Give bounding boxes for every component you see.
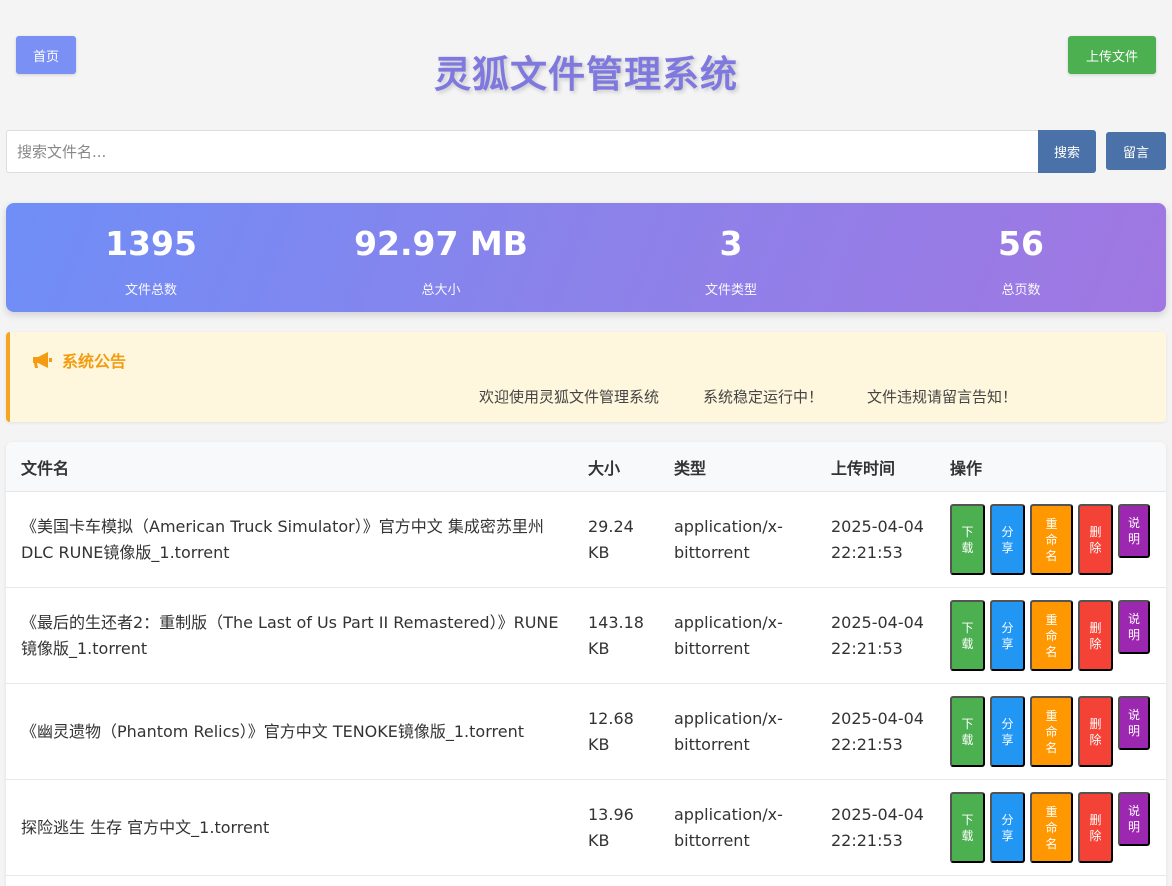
rename-button[interactable]: 重命名 bbox=[1030, 600, 1073, 671]
row-actions: 下载 分享 重命名 删除 说明 bbox=[950, 696, 1155, 767]
share-button[interactable]: 分享 bbox=[990, 696, 1025, 767]
stat-total-pages: 56 总页数 bbox=[876, 203, 1166, 312]
file-size: 29.24 KB bbox=[588, 516, 634, 562]
search-button[interactable]: 搜索 bbox=[1038, 130, 1096, 173]
search-bar: 搜索 留言 bbox=[6, 130, 1166, 173]
file-type: application/x-bittorrent bbox=[674, 516, 783, 562]
stat-total-files: 1395 文件总数 bbox=[6, 203, 296, 312]
row-actions: 下载 分享 重命名 删除 说明 bbox=[950, 600, 1155, 671]
file-type: application/x-bittorrent bbox=[674, 804, 783, 850]
info-button[interactable]: 说明 bbox=[1118, 504, 1150, 558]
stat-label: 总大小 bbox=[421, 283, 461, 298]
upload-time: 2025-04-04 22:21:53 bbox=[831, 516, 924, 562]
table-row: 《美国卡车模拟（American Truck Simulator）》官方中文 集… bbox=[6, 492, 1166, 588]
file-name: 《幽灵遗物（Phantom Relics）》官方中文 TENOKE镜像版_1.t… bbox=[21, 721, 524, 741]
table-body: 《美国卡车模拟（American Truck Simulator）》官方中文 集… bbox=[6, 492, 1166, 876]
stat-label: 文件总数 bbox=[124, 283, 177, 298]
row-actions: 下载 分享 重命名 删除 说明 bbox=[950, 504, 1155, 575]
upload-time: 2025-04-04 22:21:53 bbox=[831, 804, 924, 850]
info-button[interactable]: 说明 bbox=[1118, 792, 1150, 846]
header-name: 文件名 bbox=[21, 458, 70, 478]
row-actions: 下载 分享 重命名 删除 说明 bbox=[950, 792, 1155, 863]
share-button[interactable]: 分享 bbox=[990, 600, 1025, 671]
file-name: 探险逃生 生存 官方中文_1.torrent bbox=[21, 817, 270, 837]
stat-value: 92.97 MB bbox=[354, 224, 528, 263]
rename-button[interactable]: 重命名 bbox=[1030, 792, 1073, 863]
table-row: 探险逃生 生存 官方中文_1.torrent 13.96 KB applicat… bbox=[6, 780, 1166, 876]
share-button[interactable]: 分享 bbox=[990, 792, 1025, 863]
stat-value: 3 bbox=[719, 224, 743, 263]
rename-button[interactable]: 重命名 bbox=[1030, 504, 1073, 575]
stat-total-size: 92.97 MB 总大小 bbox=[296, 203, 586, 312]
upload-time: 2025-04-04 22:21:53 bbox=[831, 612, 924, 658]
notice-item: 欢迎使用灵狐文件管理系统 bbox=[479, 388, 660, 406]
message-button[interactable]: 留言 bbox=[1106, 132, 1166, 170]
header-time: 上传时间 bbox=[831, 458, 896, 478]
stat-value: 56 bbox=[998, 224, 1044, 263]
header-type: 类型 bbox=[674, 458, 707, 478]
header-size: 大小 bbox=[588, 458, 621, 478]
file-table: 文件名 大小 类型 上传时间 操作 《美国卡车模拟（American Truck… bbox=[6, 442, 1166, 886]
file-name: 《美国卡车模拟（American Truck Simulator）》官方中文 集… bbox=[21, 516, 544, 562]
delete-button[interactable]: 删除 bbox=[1078, 696, 1113, 767]
upload-time: 2025-04-04 22:21:53 bbox=[831, 708, 924, 754]
delete-button[interactable]: 删除 bbox=[1078, 504, 1113, 575]
file-name: 《最后的生还者2：重制版（The Last of Us Part II Rema… bbox=[21, 612, 559, 658]
download-button[interactable]: 下载 bbox=[950, 600, 985, 671]
stat-label: 总页数 bbox=[1001, 283, 1041, 298]
stat-file-types: 3 文件类型 bbox=[586, 203, 876, 312]
megaphone-icon bbox=[33, 352, 52, 368]
file-type: application/x-bittorrent bbox=[674, 708, 783, 754]
file-size: 12.68 KB bbox=[588, 708, 634, 754]
upload-button[interactable]: 上传文件 bbox=[1068, 36, 1156, 74]
info-button[interactable]: 说明 bbox=[1118, 600, 1150, 654]
notice-marquee: 欢迎使用灵狐文件管理系统 系统稳定运行中！ 文件违规请留言告知！ bbox=[479, 386, 1061, 407]
delete-button[interactable]: 删除 bbox=[1078, 792, 1113, 863]
table-header: 文件名 大小 类型 上传时间 操作 bbox=[6, 442, 1166, 492]
stat-label: 文件类型 bbox=[704, 283, 757, 298]
table-row: 《幽灵遗物（Phantom Relics）》官方中文 TENOKE镜像版_1.t… bbox=[6, 684, 1166, 780]
header-actions: 操作 bbox=[950, 458, 983, 478]
notice-title: 系统公告 bbox=[62, 352, 127, 371]
search-input[interactable] bbox=[6, 130, 1038, 173]
share-button[interactable]: 分享 bbox=[990, 504, 1025, 575]
download-button[interactable]: 下载 bbox=[950, 696, 985, 767]
delete-button[interactable]: 删除 bbox=[1078, 600, 1113, 671]
file-type: application/x-bittorrent bbox=[674, 612, 783, 658]
download-button[interactable]: 下载 bbox=[950, 792, 985, 863]
stat-value: 1395 bbox=[105, 224, 197, 263]
system-notice: 系统公告 欢迎使用灵狐文件管理系统 系统稳定运行中！ 文件违规请留言告知！ bbox=[6, 332, 1166, 422]
rename-button[interactable]: 重命名 bbox=[1030, 696, 1073, 767]
notice-header: 系统公告 bbox=[32, 348, 126, 372]
notice-item: 系统稳定运行中！ bbox=[703, 388, 824, 406]
table-row: 《最后的生还者2：重制版（The Last of Us Part II Rema… bbox=[6, 588, 1166, 684]
info-button[interactable]: 说明 bbox=[1118, 696, 1150, 750]
download-button[interactable]: 下载 bbox=[950, 504, 985, 575]
file-size: 143.18 KB bbox=[588, 612, 644, 658]
stats-panel: 1395 文件总数 92.97 MB 总大小 3 文件类型 56 总页数 bbox=[6, 203, 1166, 312]
file-size: 13.96 KB bbox=[588, 804, 634, 850]
page-title: 灵狐文件管理系统 bbox=[434, 53, 738, 96]
notice-item: 文件违规请留言告知！ bbox=[867, 388, 1018, 406]
